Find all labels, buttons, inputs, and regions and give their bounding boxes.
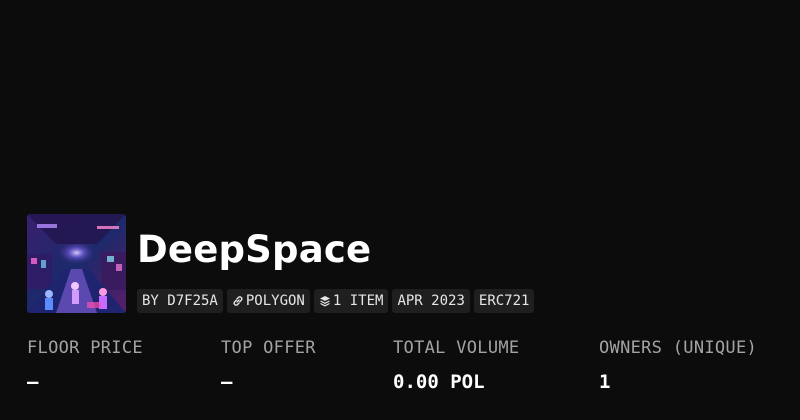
stat-top-offer: TOP OFFER — [221, 338, 316, 394]
stat-value: 1 [599, 371, 611, 393]
creator-tag-label: BY D7F25A [142, 293, 218, 309]
stat-total-volume: TOTAL VOLUME 0.00 POL [393, 338, 519, 394]
creator-tag[interactable]: BY D7F25A [137, 289, 223, 313]
stat-value: — [221, 371, 233, 393]
layers-icon [319, 295, 331, 307]
stat-label: TOTAL VOLUME [393, 338, 520, 358]
stat-label: TOP OFFER [221, 338, 316, 358]
items-tag[interactable]: 1 ITEM [313, 289, 389, 313]
title-block: DeepSpace BY D7F25A POLYGON 1 ITEM APR 2… [137, 214, 535, 313]
stat-owners: OWNERS (UNIQUE) 1 [599, 338, 757, 394]
collection-title: DeepSpace [137, 228, 372, 271]
collection-tags: BY D7F25A POLYGON 1 ITEM APR 2023 ERC721 [137, 289, 535, 313]
stat-label: OWNERS (UNIQUE) [599, 338, 758, 358]
chain-tag-label: POLYGON [245, 293, 305, 309]
stat-floor-price: FLOOR PRICE — [27, 338, 143, 394]
date-tag: APR 2023 [392, 289, 470, 313]
chain-tag[interactable]: POLYGON [226, 289, 310, 313]
standard-tag-label: ERC721 [478, 293, 530, 309]
stat-label: FLOOR PRICE [27, 338, 143, 358]
collection-avatar[interactable] [27, 214, 126, 313]
stat-value: 0.00 POL [393, 371, 485, 393]
standard-tag: ERC721 [473, 289, 535, 313]
date-tag-label: APR 2023 [397, 293, 465, 309]
stat-value: — [27, 371, 39, 393]
link-icon [232, 295, 244, 307]
collection-avatar-image [27, 214, 126, 313]
items-tag-label: 1 ITEM [332, 293, 384, 309]
collection-header: DeepSpace BY D7F25A POLYGON 1 ITEM APR 2… [27, 214, 535, 313]
